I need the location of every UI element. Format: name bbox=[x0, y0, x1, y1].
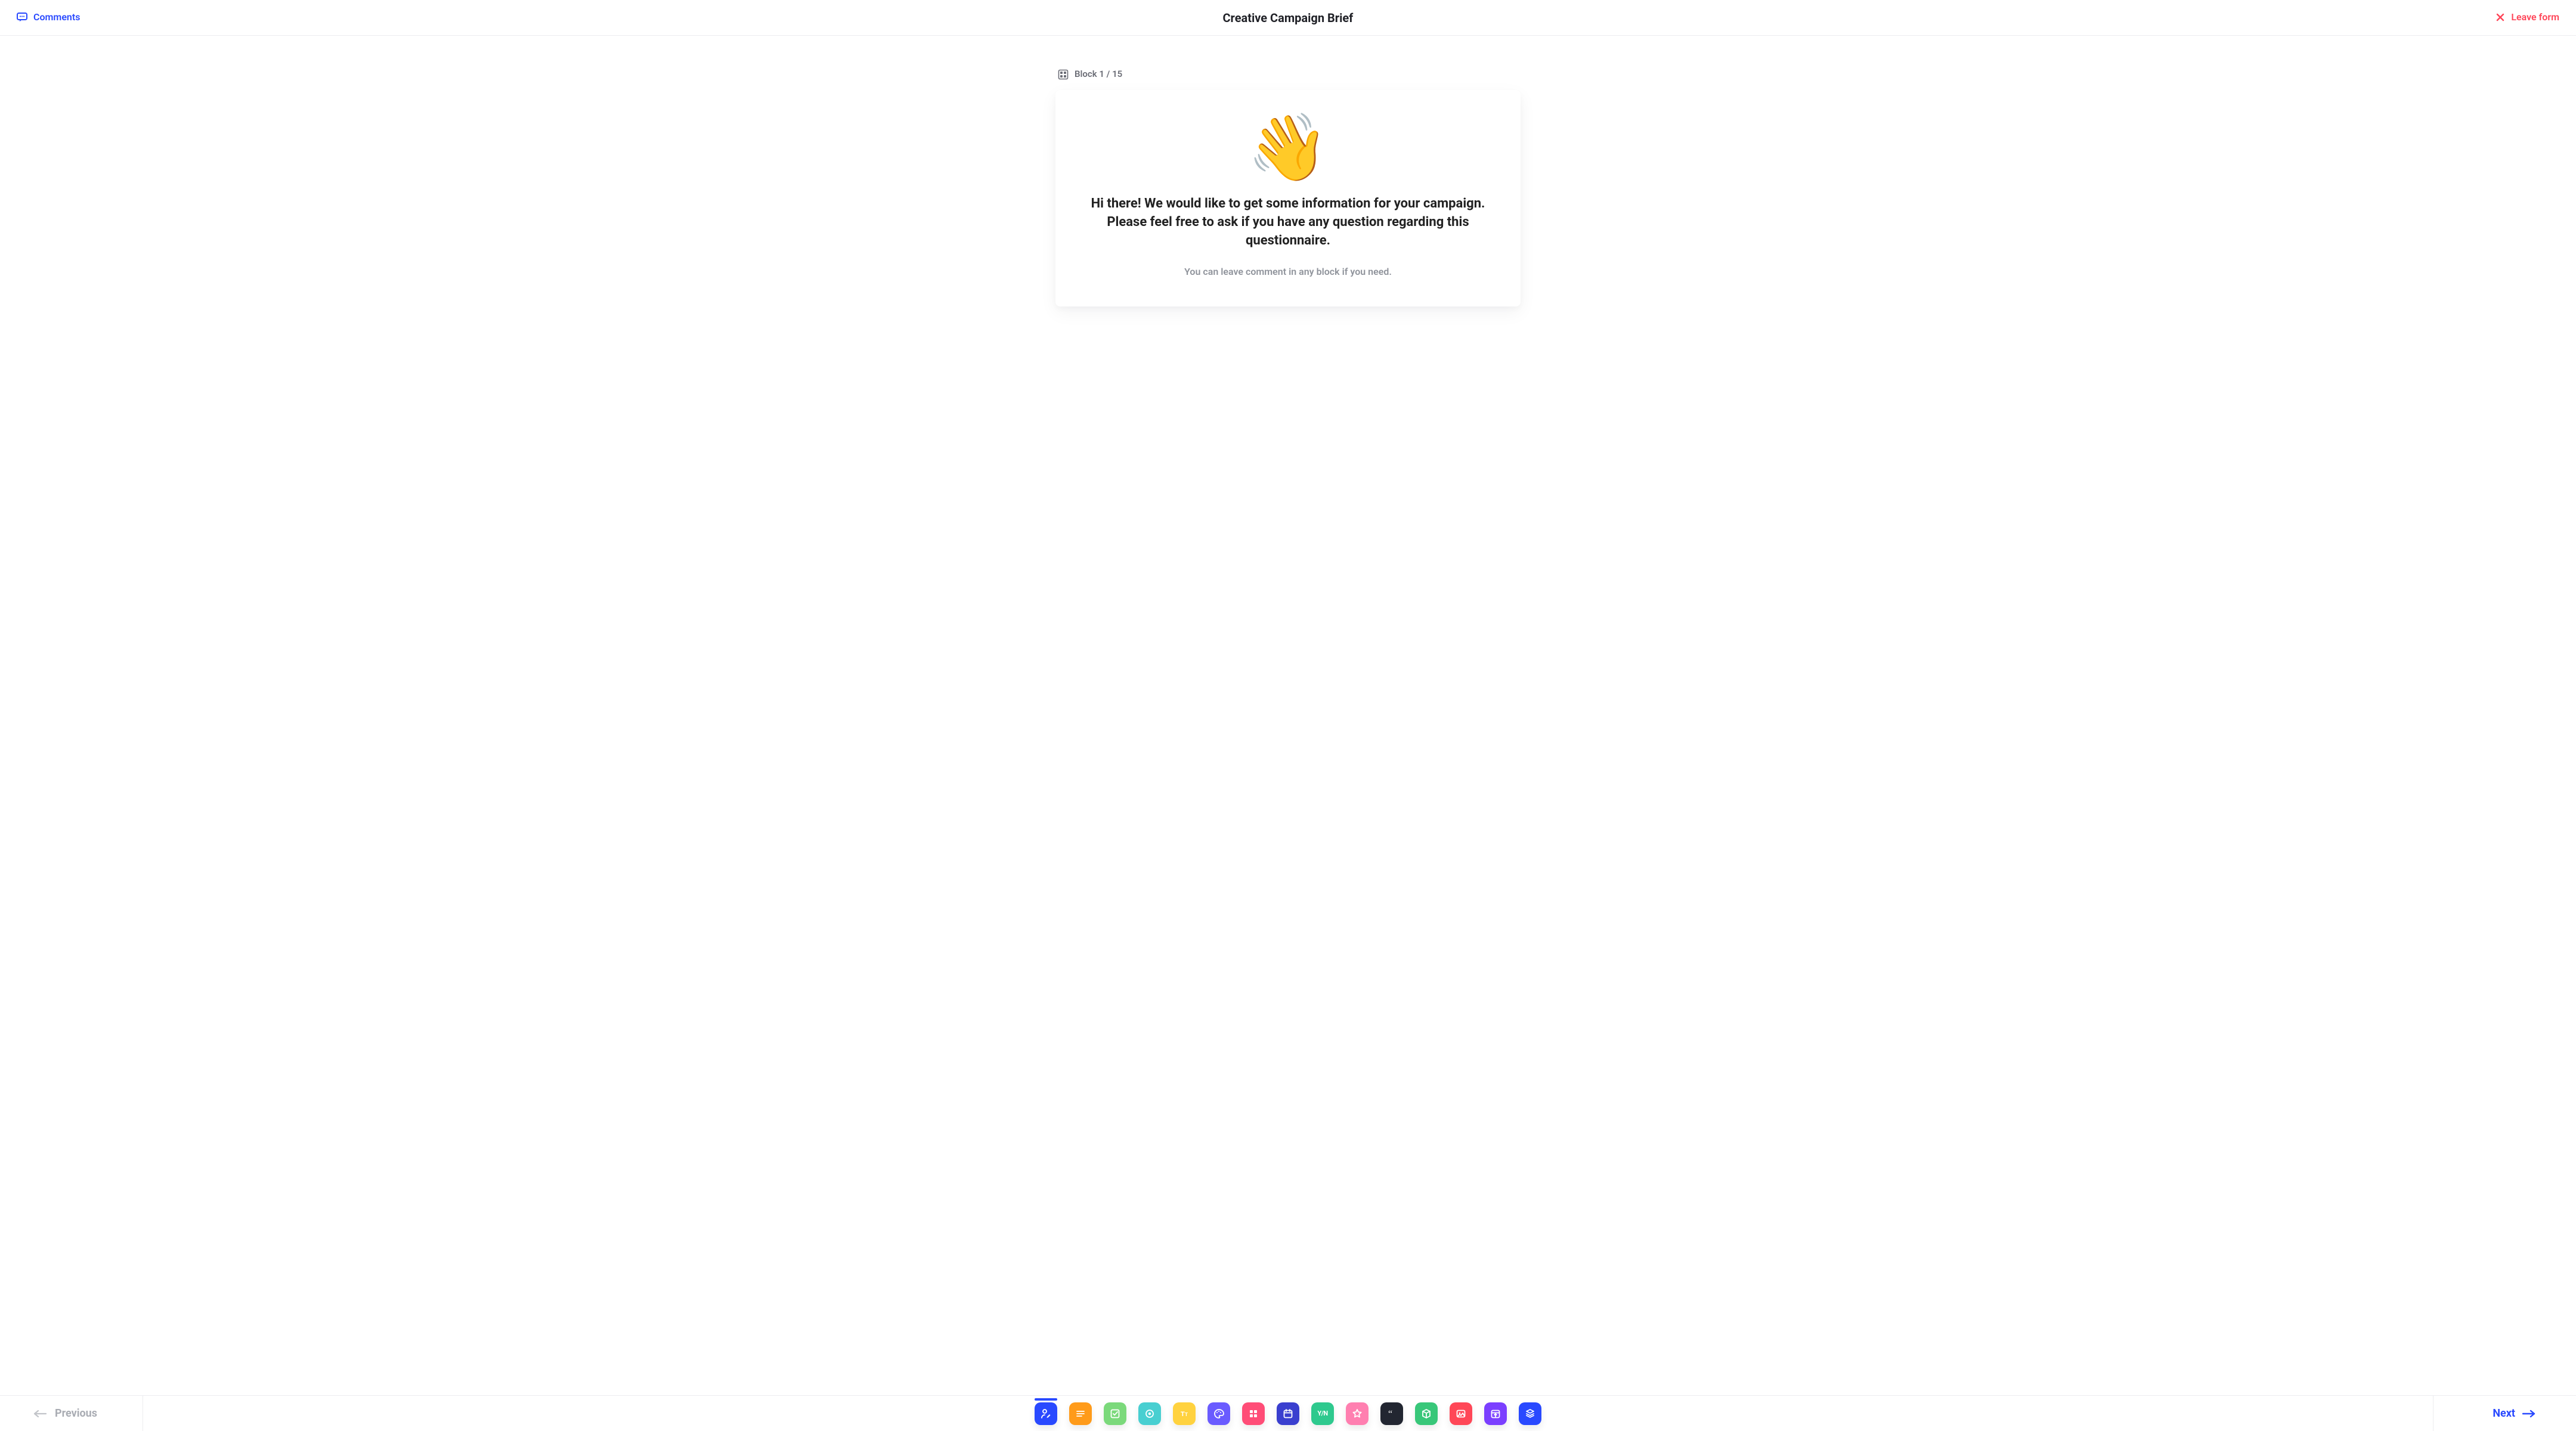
header: Comments Creative Campaign Brief Leave f… bbox=[0, 0, 2576, 36]
checkbox-icon bbox=[1109, 1408, 1121, 1420]
leave-form-label: Leave form bbox=[2511, 11, 2559, 24]
block-heading: Hi there! We would like to get some info… bbox=[1084, 195, 1492, 250]
block-type-text-type[interactable]: TT bbox=[1173, 1402, 1196, 1425]
arrow-right-icon bbox=[2522, 1410, 2535, 1418]
lines-icon bbox=[1075, 1408, 1086, 1420]
block-progress: Block 1 / 15 bbox=[1058, 68, 1521, 80]
block-type-list: TT Y/N “ bbox=[1035, 1402, 1541, 1425]
star-icon bbox=[1351, 1408, 1363, 1420]
block-type-checkbox[interactable] bbox=[1104, 1402, 1126, 1425]
tt-icon: TT bbox=[1178, 1408, 1190, 1420]
grid-icon bbox=[1058, 69, 1069, 80]
quote-icon: “ bbox=[1386, 1408, 1398, 1420]
palette-icon bbox=[1213, 1408, 1225, 1420]
main: Block 1 / 15 👋 Hi there! We would like t… bbox=[0, 36, 2576, 1395]
upload-cal-icon bbox=[1490, 1408, 1501, 1420]
block-progress-bar bbox=[1035, 1398, 1057, 1401]
stack-icon bbox=[1524, 1408, 1536, 1420]
block-progress-label: Block 1 / 15 bbox=[1075, 68, 1122, 80]
target-icon bbox=[1144, 1408, 1156, 1420]
block-type-signature[interactable] bbox=[1519, 1402, 1541, 1425]
svg-text:“: “ bbox=[1388, 1409, 1392, 1419]
box-icon bbox=[1420, 1408, 1432, 1420]
grid4-icon bbox=[1247, 1408, 1259, 1420]
wave-icon: 👋 bbox=[1247, 115, 1329, 181]
block-type-rating-star[interactable] bbox=[1346, 1402, 1368, 1425]
previous-label: Previous bbox=[55, 1406, 97, 1421]
calendar-icon bbox=[1282, 1408, 1294, 1420]
block-type-short-text[interactable] bbox=[1069, 1402, 1092, 1425]
block-subheading: You can leave comment in any block if yo… bbox=[1084, 265, 1492, 278]
close-icon bbox=[2496, 13, 2505, 22]
image-icon bbox=[1455, 1408, 1467, 1420]
next-button[interactable]: Next bbox=[2433, 1396, 2576, 1431]
block-type-yes-no[interactable]: Y/N bbox=[1311, 1402, 1334, 1425]
svg-text:T: T bbox=[1185, 1412, 1188, 1417]
block-type-image[interactable] bbox=[1450, 1402, 1472, 1425]
next-label: Next bbox=[2493, 1406, 2515, 1421]
block-type-palette[interactable] bbox=[1208, 1402, 1230, 1425]
block-type-target[interactable] bbox=[1138, 1402, 1161, 1425]
arrow-left-icon bbox=[33, 1410, 47, 1418]
block-type-upload[interactable] bbox=[1484, 1402, 1507, 1425]
block-type-quote[interactable]: “ bbox=[1380, 1402, 1403, 1425]
user-writing-icon bbox=[1040, 1408, 1052, 1420]
comments-button[interactable]: Comments bbox=[17, 11, 80, 24]
footer: Previous TT Y/N “ Next bbox=[0, 1395, 2576, 1431]
wave-illustration: 👋 bbox=[1084, 115, 1492, 181]
block-type-package[interactable] bbox=[1415, 1402, 1438, 1425]
comments-label: Comments bbox=[33, 11, 80, 24]
block-card: 👋 Hi there! We would like to get some in… bbox=[1055, 90, 1521, 306]
page-title: Creative Campaign Brief bbox=[1222, 10, 1353, 26]
leave-form-button[interactable]: Leave form bbox=[2496, 11, 2559, 24]
block-type-welcome[interactable] bbox=[1035, 1402, 1057, 1425]
svg-text:T: T bbox=[1181, 1411, 1185, 1418]
block-type-date[interactable] bbox=[1277, 1402, 1299, 1425]
previous-button[interactable]: Previous bbox=[0, 1396, 143, 1431]
comment-icon bbox=[17, 13, 27, 22]
block-type-grid-choice[interactable] bbox=[1242, 1402, 1265, 1425]
